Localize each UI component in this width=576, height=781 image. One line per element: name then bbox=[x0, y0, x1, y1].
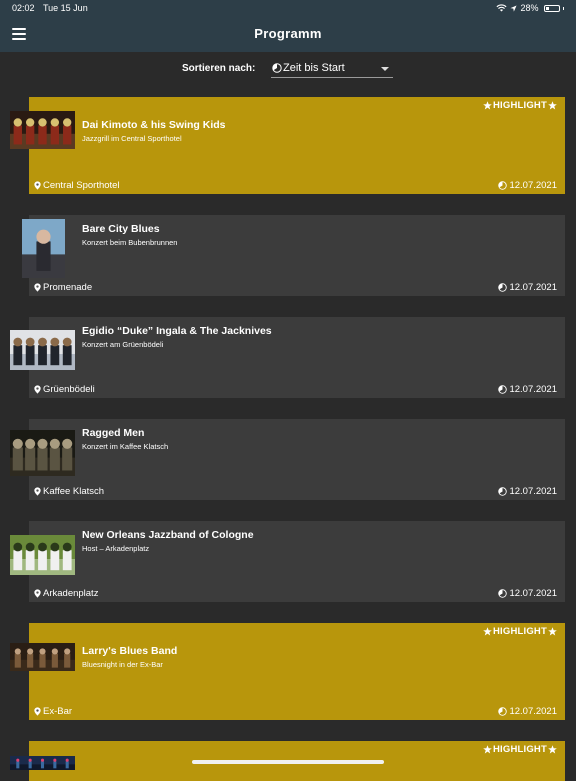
event-name: Egidio “Duke” Ingala & The Jacknives bbox=[82, 325, 272, 337]
event-name: Ragged Men bbox=[82, 427, 145, 439]
event-location-label: Arkadenplatz bbox=[43, 588, 99, 599]
event-date: 12.07.2021 bbox=[498, 486, 557, 497]
clock-icon bbox=[498, 707, 508, 716]
status-indicators: 28% bbox=[496, 3, 564, 13]
sort-bar: Sortieren nach: Zeit bis Start bbox=[0, 60, 576, 80]
event-name: Larry's Blues Band bbox=[82, 645, 178, 657]
event-subtitle: Konzert am Grüenbödeli bbox=[82, 340, 164, 349]
event-location-label: Promenade bbox=[43, 282, 93, 293]
event-card[interactable]: HIGHLIGHT Dai Kimoto & his Swing Kids Jazz… bbox=[29, 97, 565, 194]
event-location: Arkadenplatz bbox=[34, 588, 98, 599]
star-icon bbox=[483, 627, 492, 636]
event-card[interactable]: Bare City Blues Konzert beim Bubenbrunnen… bbox=[29, 215, 565, 296]
sort-value: Zeit bis Start bbox=[283, 62, 345, 74]
status-time: 02:02 bbox=[12, 3, 35, 13]
status-date: Tue 15 Jun bbox=[43, 3, 88, 13]
location-arrow-icon bbox=[510, 4, 518, 12]
event-location: Promenade bbox=[34, 282, 92, 293]
page-title: Programm bbox=[254, 26, 322, 41]
event-card[interactable]: New Orleans Jazzband of Cologne Host – Ar… bbox=[29, 521, 565, 602]
star-icon bbox=[548, 745, 557, 754]
location-pin-icon bbox=[34, 283, 41, 292]
battery-level bbox=[545, 6, 549, 10]
chevron-down-icon bbox=[381, 67, 389, 71]
highlight-label: HIGHLIGHT bbox=[492, 744, 547, 755]
event-subtitle: Konzert im Kaffee Klatsch bbox=[82, 442, 169, 451]
highlight-label: HIGHLIGHT bbox=[492, 100, 547, 111]
event-name: Bare City Blues bbox=[82, 223, 160, 235]
event-location-label: Kaffee Klatsch bbox=[43, 486, 105, 497]
event-image bbox=[10, 430, 75, 476]
event-card[interactable]: Ragged Men Konzert im Kaffee Klatsch Kaffe… bbox=[29, 419, 565, 500]
battery-icon bbox=[543, 4, 560, 12]
highlight-badge: HIGHLIGHT bbox=[483, 744, 557, 755]
event-date: 12.07.2021 bbox=[498, 384, 557, 395]
highlight-badge: HIGHLIGHT bbox=[483, 626, 557, 637]
event-image bbox=[10, 330, 75, 370]
highlight-badge: HIGHLIGHT bbox=[483, 100, 557, 111]
event-date-label: 12.07.2021 bbox=[509, 180, 557, 191]
star-icon bbox=[548, 627, 557, 636]
event-image bbox=[10, 643, 75, 671]
event-name: New Orleans Jazzband of Cologne bbox=[82, 529, 254, 541]
event-name: Dai Kimoto & his Swing Kids bbox=[82, 119, 226, 131]
star-icon bbox=[483, 101, 492, 110]
event-date-label: 12.07.2021 bbox=[509, 282, 557, 293]
clock-icon bbox=[498, 181, 508, 190]
event-subtitle: Bluesnight in der Ex-Bar bbox=[82, 660, 163, 669]
event-location-label: Central Sporthotel bbox=[43, 180, 120, 191]
event-image bbox=[10, 111, 75, 149]
event-date-label: 12.07.2021 bbox=[509, 384, 557, 395]
sort-select[interactable]: Zeit bis Start bbox=[271, 60, 393, 78]
event-location: Ex-Bar bbox=[34, 706, 72, 717]
event-card[interactable]: Egidio “Duke” Ingala & The Jacknives Konz… bbox=[29, 317, 565, 398]
event-subtitle: Jazzgrill im Central Sporthotel bbox=[82, 134, 182, 143]
location-pin-icon bbox=[34, 589, 41, 598]
event-date: 12.07.2021 bbox=[498, 588, 557, 599]
battery-tip bbox=[562, 6, 564, 10]
event-location-label: Grüenbödeli bbox=[43, 384, 95, 395]
location-pin-icon bbox=[34, 707, 41, 716]
app-bar: Programm bbox=[0, 16, 576, 52]
clock-icon bbox=[498, 487, 508, 496]
highlight-label: HIGHLIGHT bbox=[492, 626, 547, 637]
clock-icon bbox=[272, 63, 282, 73]
home-indicator[interactable] bbox=[192, 760, 384, 764]
wifi-icon bbox=[496, 4, 508, 12]
location-pin-icon bbox=[34, 385, 41, 394]
event-location: Central Sporthotel bbox=[34, 180, 120, 191]
location-pin-icon bbox=[34, 487, 41, 496]
event-date-label: 12.07.2021 bbox=[509, 588, 557, 599]
event-image bbox=[10, 535, 75, 575]
clock-icon bbox=[498, 385, 508, 394]
sort-label: Sortieren nach: bbox=[182, 63, 256, 74]
event-image bbox=[22, 219, 65, 278]
event-subtitle: Konzert beim Bubenbrunnen bbox=[82, 238, 178, 247]
star-icon bbox=[483, 745, 492, 754]
event-location: Grüenbödeli bbox=[34, 384, 95, 395]
battery-percent: 28% bbox=[520, 3, 539, 13]
event-date: 12.07.2021 bbox=[498, 706, 557, 717]
clock-icon bbox=[498, 283, 508, 292]
event-card[interactable]: HIGHLIGHT Larry's Blues Band Bluesnight in… bbox=[29, 623, 565, 720]
star-icon bbox=[548, 101, 557, 110]
event-subtitle: Host – Arkadenplatz bbox=[82, 544, 150, 553]
event-date: 12.07.2021 bbox=[498, 180, 557, 191]
event-date: 12.07.2021 bbox=[498, 282, 557, 293]
event-date-label: 12.07.2021 bbox=[509, 486, 557, 497]
event-location: Kaffee Klatsch bbox=[34, 486, 104, 497]
event-location-label: Ex-Bar bbox=[43, 706, 73, 717]
location-pin-icon bbox=[34, 181, 41, 190]
status-bar: 02:02 Tue 15 Jun 28% bbox=[0, 0, 576, 16]
clock-icon bbox=[498, 589, 508, 598]
event-date-label: 12.07.2021 bbox=[509, 706, 557, 717]
